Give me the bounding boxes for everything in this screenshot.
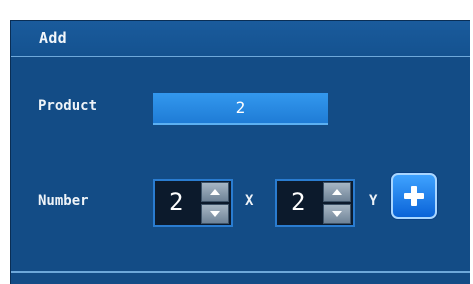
- chevron-down-icon: [332, 211, 342, 217]
- chevron-down-icon: [210, 211, 220, 217]
- number-y-increment-button[interactable]: [323, 182, 351, 202]
- add-dialog: Add Product 2 Number 2 X 2 Y: [10, 20, 470, 284]
- chevron-up-icon: [332, 189, 342, 195]
- product-field[interactable]: 2: [153, 93, 328, 125]
- x-axis-label: X: [245, 193, 254, 209]
- number-x-decrement-button[interactable]: [201, 204, 229, 224]
- chevron-up-icon: [210, 189, 220, 195]
- title-bar: Add: [11, 21, 470, 57]
- product-label: Product: [38, 98, 98, 114]
- number-label: Number: [38, 193, 89, 209]
- number-x-increment-button[interactable]: [201, 182, 229, 202]
- number-y-spinner[interactable]: 2: [275, 179, 355, 227]
- number-y-value[interactable]: 2: [291, 187, 305, 217]
- bottom-divider: [11, 271, 470, 273]
- dialog-title: Add: [39, 29, 67, 47]
- number-x-spinner[interactable]: 2: [153, 179, 233, 227]
- number-y-decrement-button[interactable]: [323, 204, 351, 224]
- y-axis-label: Y: [369, 193, 378, 209]
- plus-icon: [404, 186, 424, 206]
- number-x-value[interactable]: 2: [169, 187, 183, 217]
- add-button[interactable]: [391, 173, 437, 219]
